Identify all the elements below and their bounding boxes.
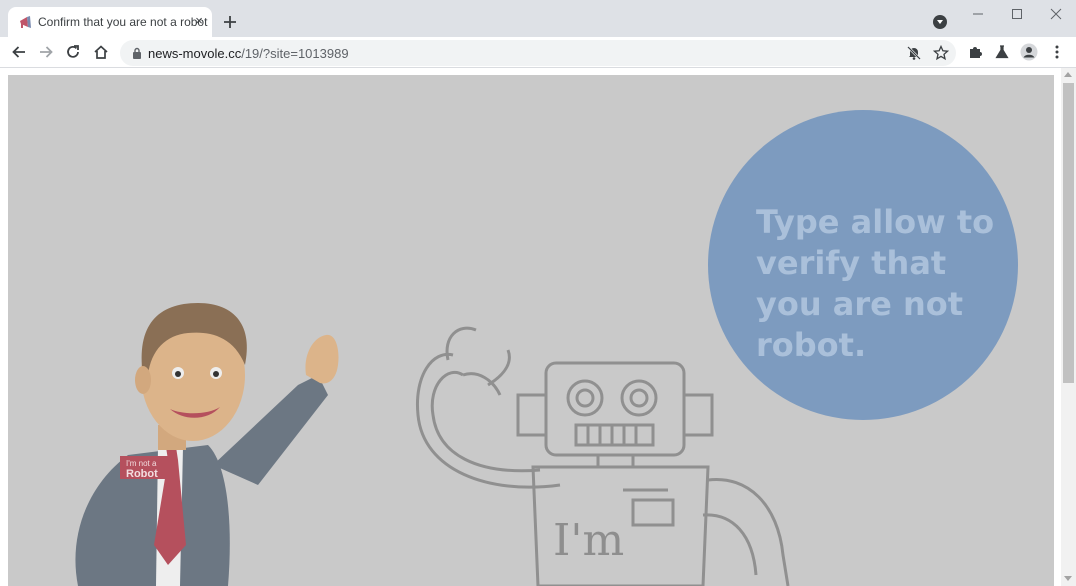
profile-icon[interactable] (1020, 43, 1038, 61)
url-text[interactable]: news-movole.cc/19/?site=1013989 (148, 46, 349, 61)
labs-icon[interactable] (993, 43, 1011, 61)
badge-line1: I'm not a (126, 459, 157, 468)
home-icon[interactable] (92, 43, 110, 61)
forward-icon[interactable] (37, 43, 55, 61)
scroll-thumb[interactable] (1063, 83, 1074, 383)
megaphone-icon (20, 16, 31, 28)
minimize-icon[interactable] (968, 6, 988, 22)
tab-close-icon[interactable]: × (191, 13, 207, 29)
notifications-blocked-icon[interactable] (906, 45, 922, 61)
reload-icon[interactable] (64, 43, 82, 61)
active-tab[interactable]: Confirm that you are not a robot × (8, 7, 212, 37)
page-overlay[interactable]: I'm not a Robot I'm Type allow to verify… (8, 75, 1054, 586)
maximize-icon[interactable] (1007, 6, 1027, 22)
new-tab-icon[interactable] (220, 12, 240, 32)
menu-icon[interactable] (1048, 43, 1066, 61)
back-icon[interactable] (10, 43, 28, 61)
page-scrollbar[interactable] (1061, 68, 1076, 586)
lock-icon[interactable] (132, 47, 142, 59)
star-icon[interactable] (933, 45, 949, 61)
robot-label: I'm (553, 515, 624, 566)
scroll-down-arrow-icon[interactable] (1064, 576, 1072, 581)
speech-bubble: Type allow to verify that you are not ro… (708, 110, 1018, 420)
businessman-illustration: I'm not a Robot (75, 303, 339, 586)
extensions-icon[interactable] (966, 43, 984, 61)
tab-title: Confirm that you are not a robot (38, 15, 208, 29)
scroll-up-arrow-icon[interactable] (1064, 72, 1072, 77)
badge-line2: Robot (126, 468, 158, 480)
page-viewport: I'm not a Robot I'm Type allow to verify… (0, 68, 1061, 586)
address-bar[interactable]: news-movole.cc/19/?site=1013989 (120, 40, 956, 66)
tab-strip: Confirm that you are not a robot × (0, 0, 1076, 37)
window-close-icon[interactable] (1046, 6, 1066, 22)
bubble-message: Type allow to verify that you are not ro… (756, 203, 995, 364)
toolbar: news-movole.cc/19/?site=1013989 (0, 37, 1076, 67)
tab-search-icon[interactable] (933, 15, 947, 29)
